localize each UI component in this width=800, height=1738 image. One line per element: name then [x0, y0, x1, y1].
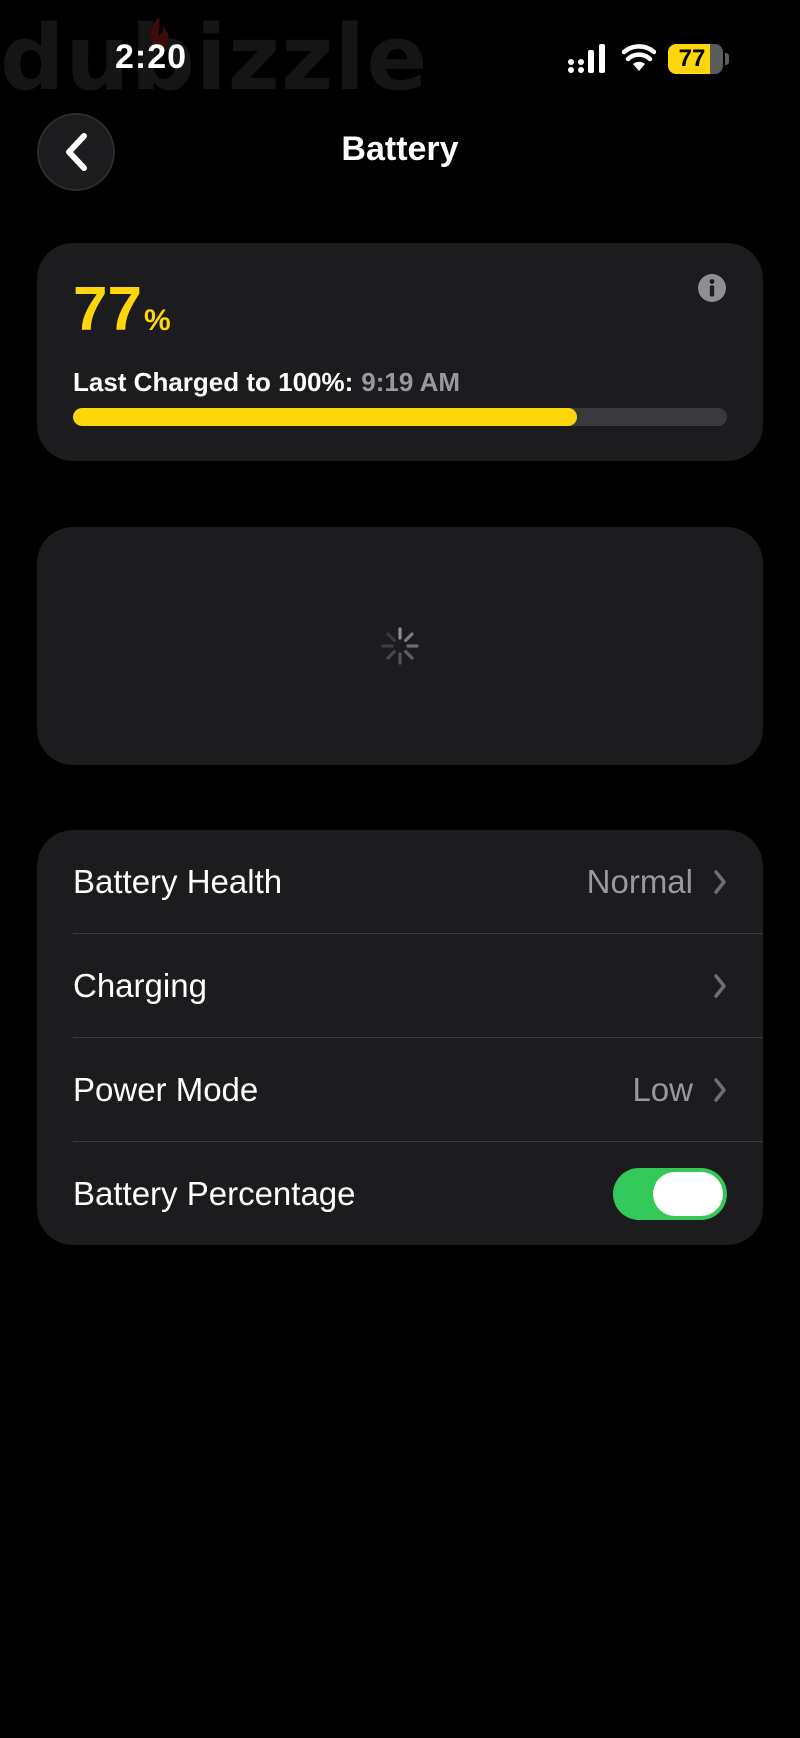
power-mode-row[interactable]: Power Mode Low — [73, 1038, 727, 1142]
charging-label: Charging — [73, 967, 207, 1004]
spinner-icon — [381, 627, 419, 665]
battery-health-value: Normal — [586, 863, 693, 900]
cellular-signal-icon — [568, 44, 605, 73]
last-charged: Last Charged to 100%: 9:19 AM — [73, 367, 460, 398]
battery-percentage-label: Battery Percentage — [73, 1175, 356, 1212]
battery-level-number: 77 — [73, 275, 142, 344]
battery-percentage-toggle[interactable] — [613, 1168, 727, 1220]
battery-cap — [725, 53, 729, 65]
chevron-right-icon — [714, 870, 726, 894]
battery-level-unit: % — [143, 304, 171, 337]
last-charged-time: 9:19 AM — [361, 367, 461, 397]
battery-level-bar — [73, 408, 727, 426]
info-icon[interactable] — [697, 273, 727, 303]
last-charged-label: Last Charged to 100%: — [73, 367, 354, 397]
battery-percentage-row: Battery Percentage — [73, 1142, 727, 1246]
status-time: 2:20 — [115, 38, 188, 76]
battery-health-row[interactable]: Battery Health Normal — [73, 830, 727, 934]
wifi-icon — [622, 44, 656, 71]
battery-settings-list: Battery Health Normal Charging Power Mod… — [37, 830, 763, 1245]
watermark-logo: dubizzle — [0, 6, 429, 111]
status-bar: dubizzle 2:20 77 — [0, 0, 800, 110]
battery-health-label: Battery Health — [73, 863, 283, 900]
chevron-right-icon — [714, 1078, 726, 1102]
battery-usage-card — [37, 527, 763, 765]
chevron-right-icon — [714, 974, 726, 998]
battery-level-bar-fill — [73, 408, 577, 426]
power-mode-label: Power Mode — [73, 1071, 259, 1108]
power-mode-value: Low — [632, 1071, 693, 1108]
toggle-knob — [653, 1172, 723, 1216]
battery-level-card: 77% Last Charged to 100%: 9:19 AM — [37, 243, 763, 461]
page-title: Battery — [341, 130, 459, 168]
battery-indicator-level: 77 — [678, 45, 706, 72]
battery-indicator: 77 — [668, 44, 723, 74]
charging-row[interactable]: Charging — [73, 934, 727, 1038]
battery-level-value: 77% — [73, 279, 171, 341]
